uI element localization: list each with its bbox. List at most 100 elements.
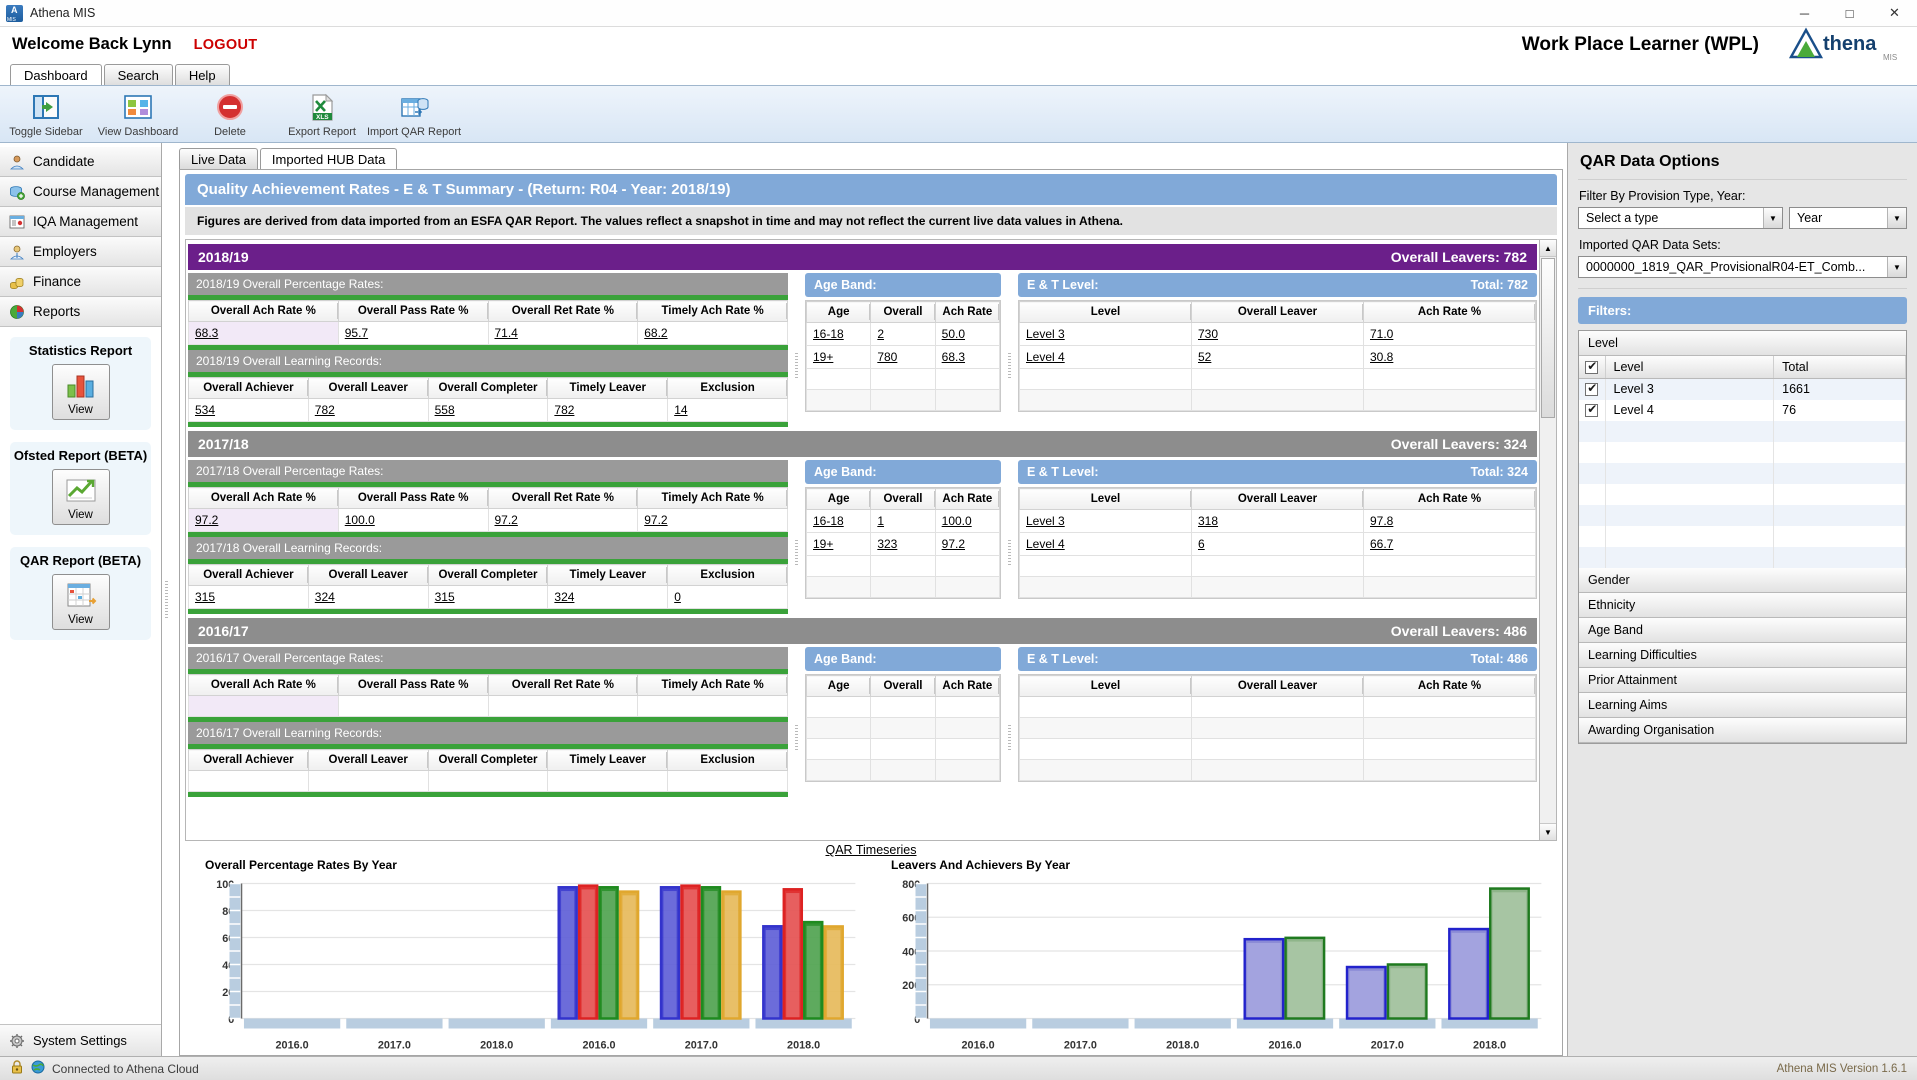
column-header[interactable]: Overall Ach Rate % xyxy=(188,487,339,509)
column-header[interactable]: Age xyxy=(805,488,872,510)
ribbon-export-report[interactable]: XLS Export Report xyxy=(276,90,368,138)
tab-dashboard[interactable]: Dashboard xyxy=(10,64,102,85)
ribbon-view-dashboard[interactable]: View Dashboard xyxy=(92,90,184,138)
scrollbar-thumb[interactable] xyxy=(1541,258,1555,418)
column-resize-grip[interactable] xyxy=(998,304,999,320)
column-header[interactable]: Overall Ach Rate % xyxy=(188,300,339,322)
card-ofsted-report-view-button[interactable]: View xyxy=(51,469,110,525)
column-header[interactable]: Overall Ret Rate % xyxy=(487,300,639,322)
column-header[interactable]: Overall Achiever xyxy=(188,749,309,771)
ribbon-import-qar[interactable]: Import QAR Report xyxy=(367,90,461,138)
cell-link[interactable]: 50.0 xyxy=(942,327,965,341)
column-header[interactable]: Overall Completer xyxy=(427,564,549,586)
cell-link[interactable]: 97.2 xyxy=(495,513,518,527)
sidebar-item-reports[interactable]: Reports xyxy=(0,297,161,327)
year-select[interactable]: Year ▼ xyxy=(1789,207,1907,229)
column-header[interactable]: Overall Completer xyxy=(427,377,549,399)
tab-imported-hub-data[interactable]: Imported HUB Data xyxy=(259,148,398,169)
column-header[interactable]: Ach Rate xyxy=(934,488,1001,510)
cell-link[interactable]: 52 xyxy=(1198,350,1211,364)
column-header[interactable]: Timely Leaver xyxy=(547,377,669,399)
qar-dataset-select[interactable]: 0000000_1819_QAR_ProvisionalR04-ET_Comb.… xyxy=(1578,256,1907,278)
column-splitter[interactable] xyxy=(1005,647,1014,797)
column-header[interactable]: Overall Completer xyxy=(427,749,549,771)
scroll-up-arrow-icon[interactable]: ▲ xyxy=(1540,240,1556,257)
level-row-checkbox-cell[interactable] xyxy=(1579,378,1606,400)
card-qar-report-view-button[interactable]: View xyxy=(51,574,110,630)
column-header[interactable]: Exclusion xyxy=(667,377,788,399)
column-resize-grip[interactable] xyxy=(1534,304,1535,320)
cell-link[interactable]: 66.7 xyxy=(1370,537,1393,551)
column-resize-grip[interactable] xyxy=(786,752,787,768)
column-header[interactable]: Overall Achiever xyxy=(188,377,309,399)
cell-link[interactable]: 68.3 xyxy=(942,350,965,364)
cell-link[interactable]: Level 4 xyxy=(1026,537,1065,551)
ribbon-toggle-sidebar[interactable]: Toggle Sidebar xyxy=(0,90,92,138)
column-header[interactable]: Overall Pass Rate % xyxy=(337,300,489,322)
tab-help[interactable]: Help xyxy=(174,64,230,85)
sidebar-splitter[interactable] xyxy=(162,143,171,1056)
column-header[interactable]: Overall Leaver xyxy=(307,377,429,399)
column-header[interactable]: Overall Pass Rate % xyxy=(337,487,489,509)
level-checkbox[interactable] xyxy=(1585,402,1599,418)
provision-type-select[interactable]: Select a type ▼ xyxy=(1578,207,1783,229)
cell-link[interactable]: 95.7 xyxy=(345,326,368,340)
column-resize-grip[interactable] xyxy=(786,677,787,693)
cell-link[interactable]: 315 xyxy=(435,590,455,604)
cell-link[interactable]: 782 xyxy=(554,403,574,417)
cell-link[interactable]: 1 xyxy=(877,514,884,528)
column-header[interactable]: Timely Ach Rate % xyxy=(637,300,788,322)
sidebar-item-iqa-management[interactable]: IQA Management xyxy=(0,207,161,237)
column-header[interactable]: Timely Ach Rate % xyxy=(637,487,788,509)
cell-link[interactable]: 68.2 xyxy=(644,326,667,340)
tab-live-data[interactable]: Live Data xyxy=(179,148,258,169)
column-header[interactable]: Overall Pass Rate % xyxy=(337,674,489,696)
cell-link[interactable]: 16-18 xyxy=(813,327,844,341)
column-header[interactable]: Overall xyxy=(870,488,936,510)
cell-link[interactable]: 16-18 xyxy=(813,514,844,528)
cell-link[interactable]: Level 4 xyxy=(1026,350,1065,364)
cell-link[interactable]: 97.2 xyxy=(195,513,218,527)
column-header[interactable]: Exclusion xyxy=(667,749,788,771)
cell-link[interactable]: 71.4 xyxy=(495,326,518,340)
accordion-prior-attainment-header[interactable]: Prior Attainment xyxy=(1579,667,1906,693)
sidebar-item-system-settings[interactable]: System Settings xyxy=(0,1024,161,1056)
column-resize-grip[interactable] xyxy=(786,567,787,583)
column-header[interactable]: Ach Rate % xyxy=(1363,488,1536,510)
column-header[interactable]: Ach Rate % xyxy=(1363,301,1536,323)
column-header[interactable]: Overall Leaver xyxy=(307,749,429,771)
column-resize-grip[interactable] xyxy=(998,678,999,694)
tab-search[interactable]: Search xyxy=(103,64,173,85)
level-select-all-cell[interactable] xyxy=(1579,356,1606,379)
cell-link[interactable]: Level 3 xyxy=(1026,327,1065,341)
cell-link[interactable]: 19+ xyxy=(813,350,833,364)
cell-link[interactable]: 782 xyxy=(315,403,335,417)
cell-link[interactable]: 0 xyxy=(674,590,681,604)
sidebar-item-candidate[interactable]: Candidate xyxy=(0,147,161,177)
column-header[interactable]: Age xyxy=(805,675,872,697)
accordion-learning-difficulties-header[interactable]: Learning Difficulties xyxy=(1579,642,1906,668)
level-checkbox[interactable] xyxy=(1585,381,1599,397)
column-header[interactable]: Timely Leaver xyxy=(547,564,669,586)
column-header[interactable]: Overall Leaver xyxy=(1191,488,1364,510)
column-header[interactable]: Overall Achiever xyxy=(188,564,309,586)
sidebar-item-employers[interactable]: Employers xyxy=(0,237,161,267)
accordion-ethnicity-header[interactable]: Ethnicity xyxy=(1579,592,1906,618)
sidebar-item-finance[interactable]: Finance xyxy=(0,267,161,297)
column-header[interactable]: Timely Ach Rate % xyxy=(637,674,788,696)
accordion-level-header[interactable]: Level xyxy=(1579,331,1906,356)
column-splitter[interactable] xyxy=(1005,460,1014,614)
column-splitter[interactable] xyxy=(792,273,801,427)
cell-link[interactable]: 780 xyxy=(877,350,897,364)
cell-link[interactable]: 100.0 xyxy=(345,513,375,527)
cell-link[interactable]: 68.3 xyxy=(195,326,218,340)
column-header[interactable]: Overall Leaver xyxy=(1191,301,1364,323)
accordion-gender-header[interactable]: Gender xyxy=(1579,567,1906,593)
cell-link[interactable]: 315 xyxy=(195,590,215,604)
level-row-checkbox-cell[interactable] xyxy=(1579,399,1606,421)
qar-vertical-scrollbar[interactable]: ▲ ▼ xyxy=(1540,239,1557,841)
accordion-awarding-organisation-header[interactable]: Awarding Organisation xyxy=(1579,717,1906,743)
column-header[interactable]: Level xyxy=(1019,301,1192,323)
logout-link[interactable]: LOGOUT xyxy=(194,37,258,53)
cell-link[interactable]: 14 xyxy=(674,403,687,417)
